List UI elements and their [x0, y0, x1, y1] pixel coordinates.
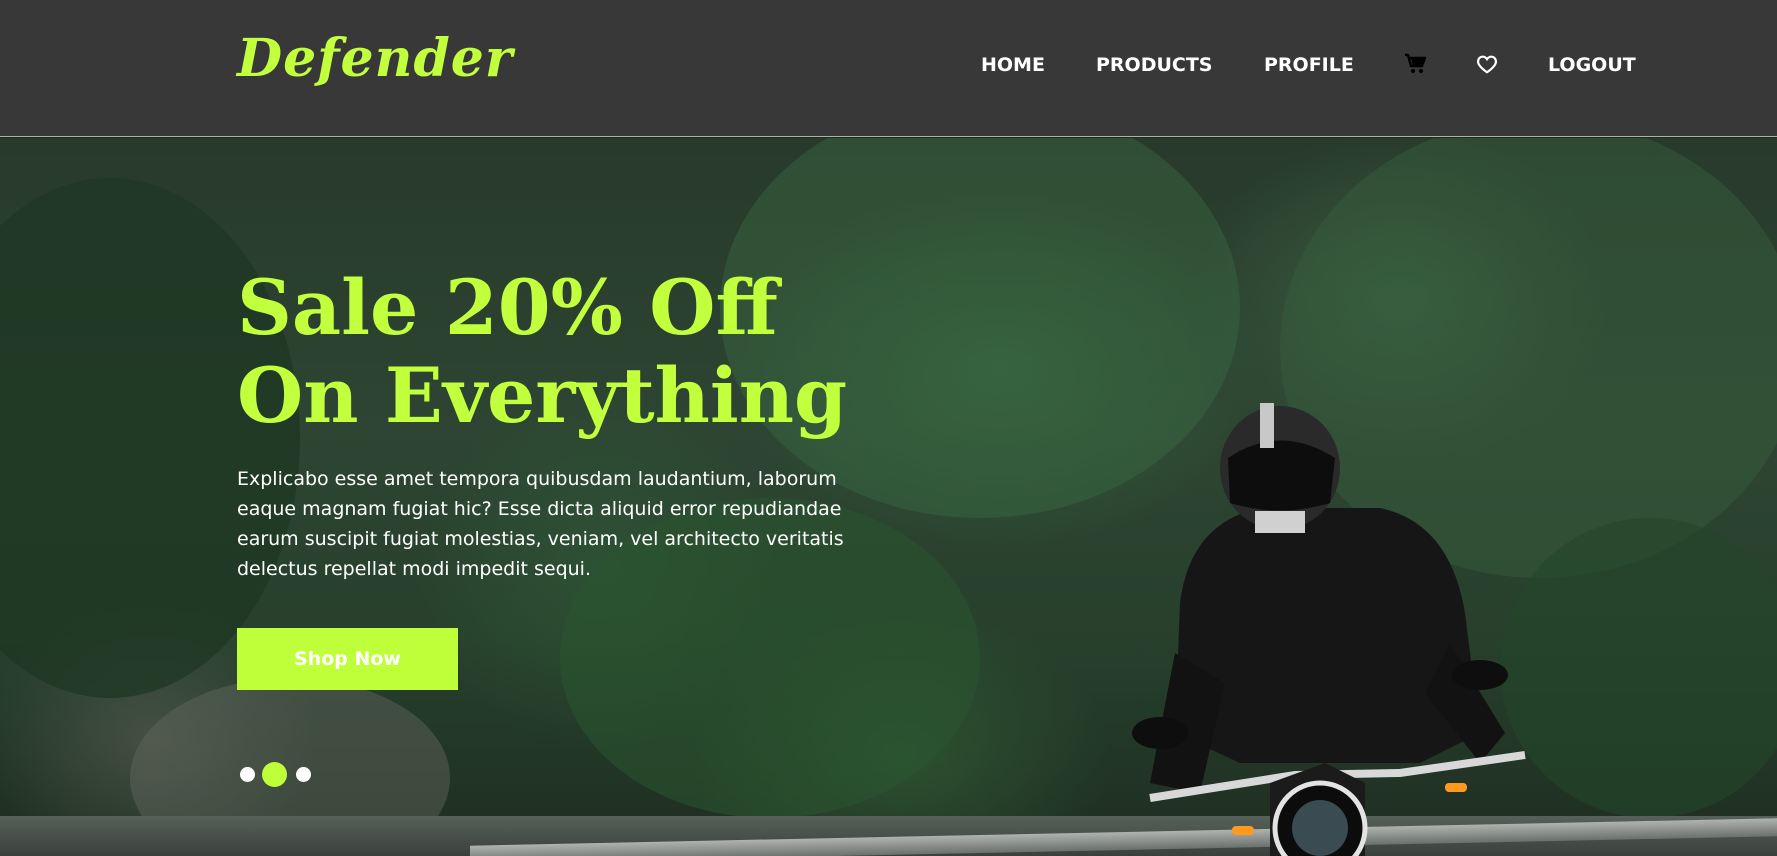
slide-dot-3[interactable] — [296, 767, 311, 782]
nav-products-link[interactable]: PRODUCTS — [1096, 50, 1213, 80]
hero-banner: Sale 20% Off On Everything Explicabo ess… — [0, 138, 1777, 856]
headline-line-2: On Everything — [237, 351, 848, 440]
hero-description: Explicabo esse amet tempora quibusdam la… — [237, 464, 897, 584]
slide-dot-2-active[interactable] — [262, 762, 287, 787]
description-line: eaque magnam fugiat hic? Esse dicta aliq… — [237, 498, 842, 520]
nav-logout-link[interactable]: LOGOUT — [1548, 50, 1636, 80]
cart-icon-svg — [1405, 53, 1427, 73]
nav-home-link[interactable]: HOME — [981, 50, 1045, 80]
nav-profile-link[interactable]: PROFILE — [1264, 50, 1354, 80]
cart-icon[interactable] — [1404, 52, 1428, 85]
motorcycle-rider-image — [1132, 403, 1526, 856]
heart-icon-svg — [1476, 55, 1498, 74]
shop-now-button[interactable]: Shop Now — [237, 628, 458, 690]
headline-line-1: Sale 20% Off — [237, 263, 778, 352]
site-header: Defender HOME PRODUCTS PROFILE LOGOUT — [0, 0, 1777, 137]
main-nav: HOME PRODUCTS PROFILE LOGOUT — [0, 50, 1777, 82]
description-line: delectus repellat modi impedit sequi. — [237, 558, 592, 580]
description-line: earum suscipit fugiat molestias, veniam,… — [237, 528, 844, 550]
hero-headline: Sale 20% Off On Everything — [237, 264, 937, 440]
foliage-decoration — [1500, 518, 1777, 818]
description-line: Explicabo esse amet tempora quibusdam la… — [237, 468, 837, 490]
slide-dot-1[interactable] — [240, 767, 255, 782]
heart-icon[interactable] — [1476, 53, 1498, 84]
